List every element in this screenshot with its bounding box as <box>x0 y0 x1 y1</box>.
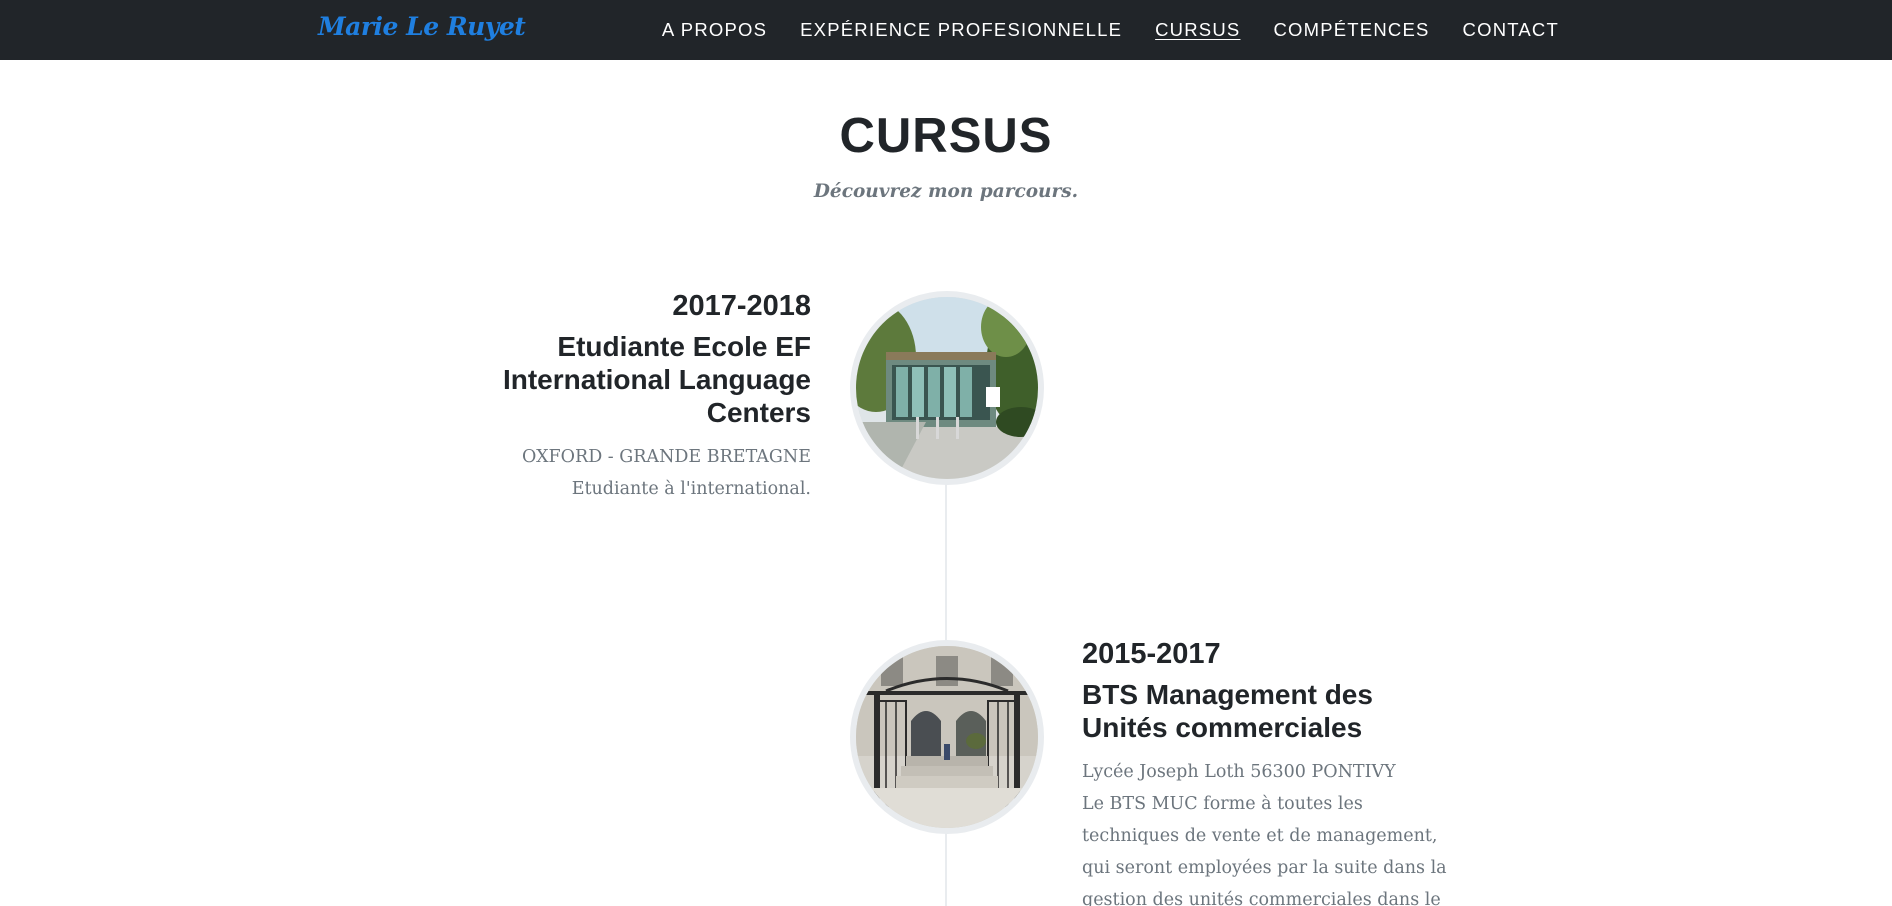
nav-item-a-propos[interactable]: A PROPOS <box>662 19 767 41</box>
nav-item-cursus[interactable]: CURSUS <box>1155 19 1240 41</box>
timeline-title: Etudiante Ecole EF International Languag… <box>502 331 811 428</box>
brand-logo-link[interactable]: Marie Le Ruyet <box>318 12 526 41</box>
timeline-description: Etudiante à l'international. <box>571 479 811 499</box>
lycee-gate-photo <box>856 646 1038 828</box>
timeline-body: Lycée Joseph Loth 56300 PONTIVY Le BTS M… <box>1082 756 1462 906</box>
timeline-title: BTS Management des Unités commerciales <box>1082 679 1373 743</box>
timeline-location: OXFORD - GRANDE BRETAGNE <box>522 447 811 467</box>
nav-item-contact[interactable]: CONTACT <box>1463 19 1559 41</box>
timeline-year: 2015-2017 <box>1082 638 1221 670</box>
section-subheading: Découvrez mon parcours. <box>813 181 1079 202</box>
nav-item-competences[interactable]: COMPÉTENCES <box>1273 19 1429 41</box>
navbar: Marie Le Ruyet A PROPOS EXPÉRIENCE PROFE… <box>0 0 1892 60</box>
section-heading: CURSUS <box>839 109 1053 163</box>
nav-menu: A PROPOS EXPÉRIENCE PROFESIONNELLE CURSU… <box>629 0 1559 60</box>
timeline-description: Le BTS MUC forme à toutes les techniques… <box>1082 794 1447 906</box>
timeline-year: 2017-2018 <box>672 290 811 322</box>
timeline-image-lycee-gate <box>850 640 1044 834</box>
timeline-image-school-building <box>850 291 1044 485</box>
timeline-body: OXFORD - GRANDE BRETAGNE Etudiante à l'i… <box>431 441 811 505</box>
timeline-location: Lycée Joseph Loth 56300 PONTIVY <box>1082 762 1396 782</box>
school-building-photo <box>856 297 1038 479</box>
page: Marie Le Ruyet A PROPOS EXPÉRIENCE PROFE… <box>0 0 1892 906</box>
timeline-panel-2: 2015-2017 BTS Management des Unités comm… <box>1082 636 1462 906</box>
nav-item-experience[interactable]: EXPÉRIENCE PROFESIONNELLE <box>800 19 1122 41</box>
timeline-panel-1: 2017-2018 Etudiante Ecole EF Internation… <box>431 288 811 505</box>
